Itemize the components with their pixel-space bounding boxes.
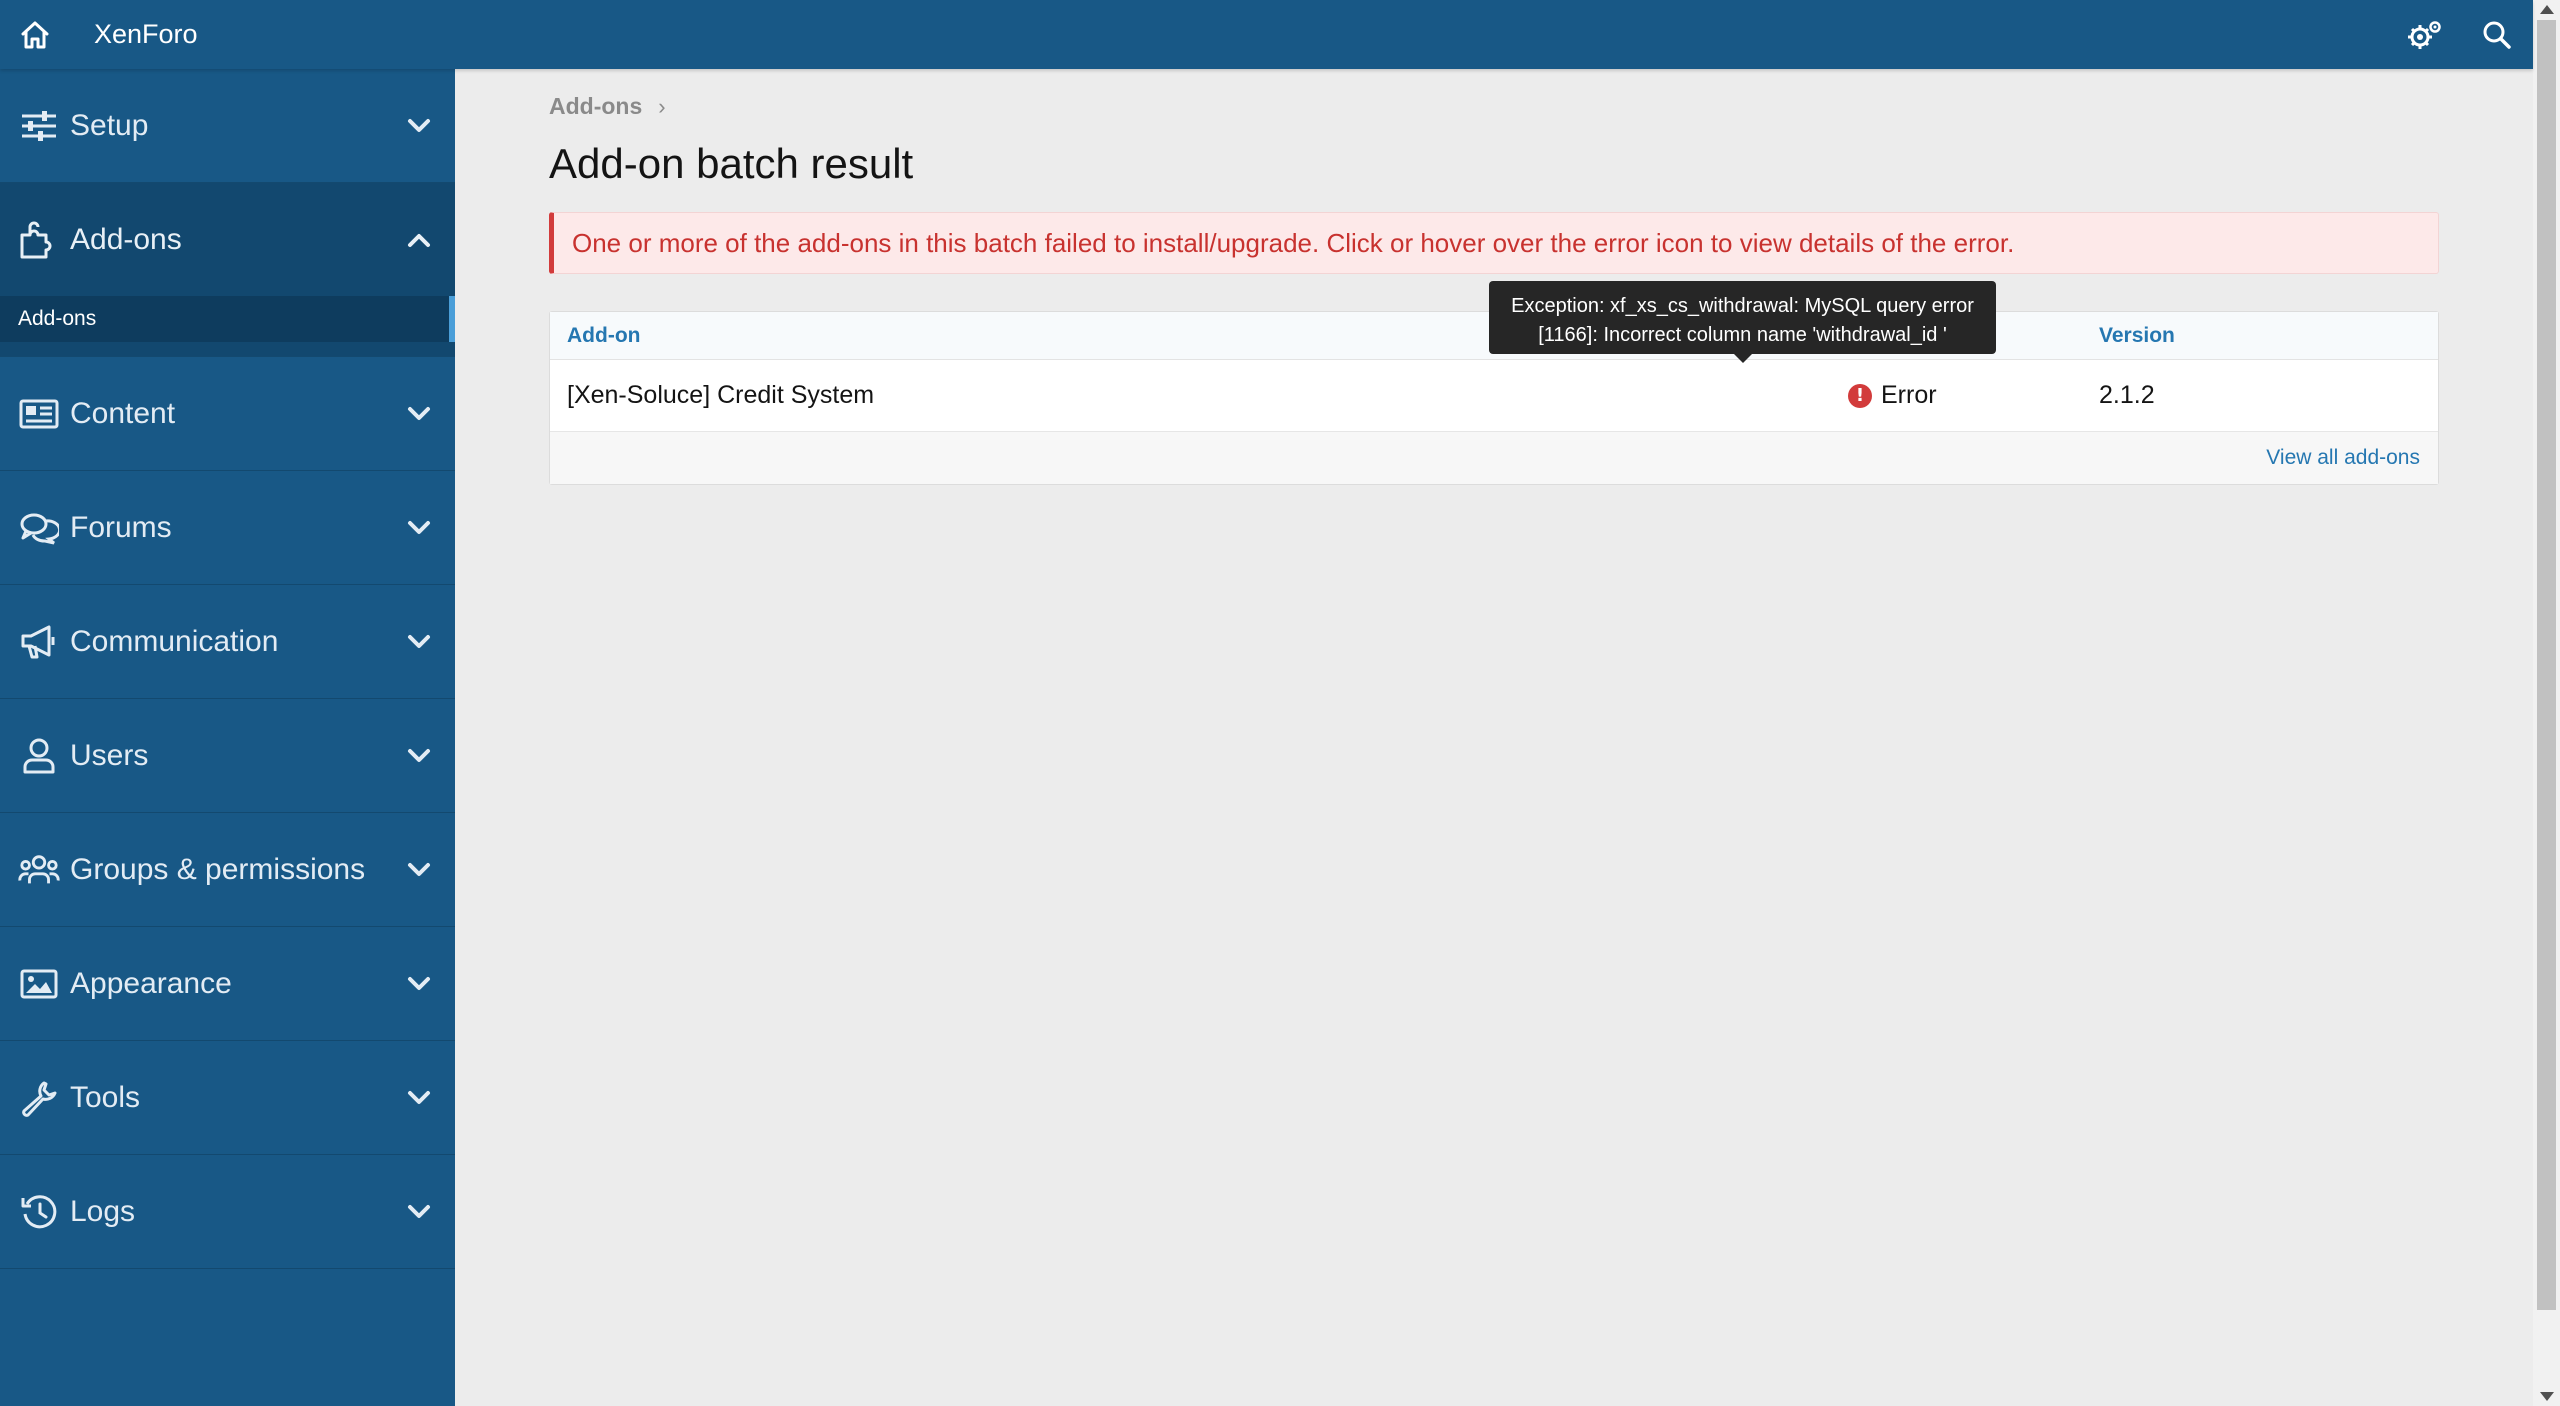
nav-label-users: Users <box>70 738 149 772</box>
chevron-down-icon <box>408 1204 430 1218</box>
nav-section-groups: Groups & permissions <box>0 813 455 927</box>
nav-header-addons[interactable]: Add-ons <box>0 183 455 296</box>
chevron-down-icon <box>408 520 430 534</box>
nav-section-communication: Communication <box>0 585 455 699</box>
scroll-up-arrow-icon[interactable] <box>2540 5 2554 14</box>
wrench-icon <box>18 1077 60 1119</box>
chevron-down-icon <box>408 118 430 132</box>
brand-link[interactable]: XenForo <box>94 19 198 50</box>
chevron-down-icon <box>408 976 430 990</box>
addon-name: [Xen-Soluce] Credit System <box>567 381 875 409</box>
home-button[interactable] <box>0 0 70 69</box>
puzzle-icon <box>18 219 60 261</box>
page-title: Add-on batch result <box>549 140 914 187</box>
nav-header-logs[interactable]: Logs <box>0 1155 455 1268</box>
nav-section-tools: Tools <box>0 1041 455 1155</box>
column-header-version: Version <box>2099 323 2175 347</box>
scrollbar-thumb[interactable] <box>2537 20 2556 1310</box>
nav-header-groups[interactable]: Groups & permissions <box>0 813 455 926</box>
table-footer: View all add-ons <box>550 432 2438 484</box>
chevron-down-icon <box>408 862 430 876</box>
chevron-down-icon <box>408 1090 430 1104</box>
nav-label-content: Content <box>70 396 176 430</box>
error-tooltip: Exception: xf_xs_cs_withdrawal: MySQL qu… <box>1489 281 1996 363</box>
addon-version: 2.1.2 <box>2099 381 2155 409</box>
nav-section-addons: Add-ons Add-ons <box>0 183 455 357</box>
chevron-down-icon <box>408 406 430 420</box>
breadcrumb: Add-ons › <box>549 93 2439 120</box>
nav-section-users: Users <box>0 699 455 813</box>
nav-label-forums: Forums <box>70 510 172 544</box>
nav-header-communication[interactable]: Communication <box>0 585 455 698</box>
nav-label-addons: Add-ons <box>70 222 182 256</box>
addon-status: ! Error <box>1698 381 2099 410</box>
sidebar-item-addons[interactable]: Add-ons <box>0 296 455 342</box>
nav-section-forums: Forums <box>0 471 455 585</box>
nav-header-users[interactable]: Users <box>0 699 455 812</box>
nav-label-communication: Communication <box>70 624 279 658</box>
tooltip-line-2: [1166]: Incorrect column name 'withdrawa… <box>1538 324 1947 346</box>
status-text: Error <box>1881 381 1937 409</box>
chevron-down-icon <box>408 748 430 762</box>
scroll-down-arrow-icon[interactable] <box>2540 1392 2554 1401</box>
cogs-icon <box>2408 20 2441 49</box>
nav-label-logs: Logs <box>70 1194 136 1228</box>
tooltip-line-1: Exception: xf_xs_cs_withdrawal: MySQL qu… <box>1511 295 1974 317</box>
nav-section-setup: Setup <box>0 69 455 183</box>
nav-header-setup[interactable]: Setup <box>0 69 455 182</box>
nav-label-appearance: Appearance <box>70 966 232 1000</box>
nav-header-content[interactable]: Content <box>0 357 455 470</box>
search-icon <box>2483 21 2511 49</box>
top-bar: XenForo <box>0 0 2533 69</box>
chevron-up-icon <box>408 233 430 247</box>
image-icon <box>18 963 60 1005</box>
main-content: Add-ons › Add-on batch result One or mor… <box>549 69 2439 485</box>
options-button[interactable] <box>2389 0 2461 69</box>
search-button[interactable] <box>2461 0 2533 69</box>
page-scrollbar[interactable] <box>2533 0 2560 1406</box>
newspaper-icon <box>18 393 60 435</box>
error-message: One or more of the add-ons in this batch… <box>549 212 2439 274</box>
breadcrumb-link-addons[interactable]: Add-ons <box>549 93 642 120</box>
sliders-icon <box>18 105 60 147</box>
nav-label-groups: Groups & permissions <box>70 852 366 886</box>
user-icon <box>18 735 60 777</box>
nav-header-tools[interactable]: Tools <box>0 1041 455 1154</box>
nav-header-forums[interactable]: Forums <box>0 471 455 584</box>
comments-icon <box>18 507 60 549</box>
users-icon <box>18 849 60 891</box>
error-icon[interactable]: ! <box>1848 383 1872 408</box>
sidebar: Setup Add-ons Add-ons Content Forums Com… <box>0 69 455 1406</box>
home-icon <box>21 21 49 48</box>
nav-label-tools: Tools <box>70 1080 141 1114</box>
table-row: [Xen-Soluce] Credit System ! Error 2.1.2 <box>550 360 2438 432</box>
sub-spacer <box>0 342 455 356</box>
nav-label-setup: Setup <box>70 108 149 142</box>
view-all-addons-link[interactable]: View all add-ons <box>2266 446 2420 470</box>
breadcrumb-separator: › <box>658 93 666 119</box>
nav-section-logs: Logs <box>0 1155 455 1269</box>
history-icon <box>18 1191 60 1233</box>
megaphone-icon <box>18 621 60 663</box>
nav-section-appearance: Appearance <box>0 927 455 1041</box>
nav-section-content: Content <box>0 357 455 471</box>
chevron-down-icon <box>408 634 430 648</box>
nav-header-appearance[interactable]: Appearance <box>0 927 455 1040</box>
